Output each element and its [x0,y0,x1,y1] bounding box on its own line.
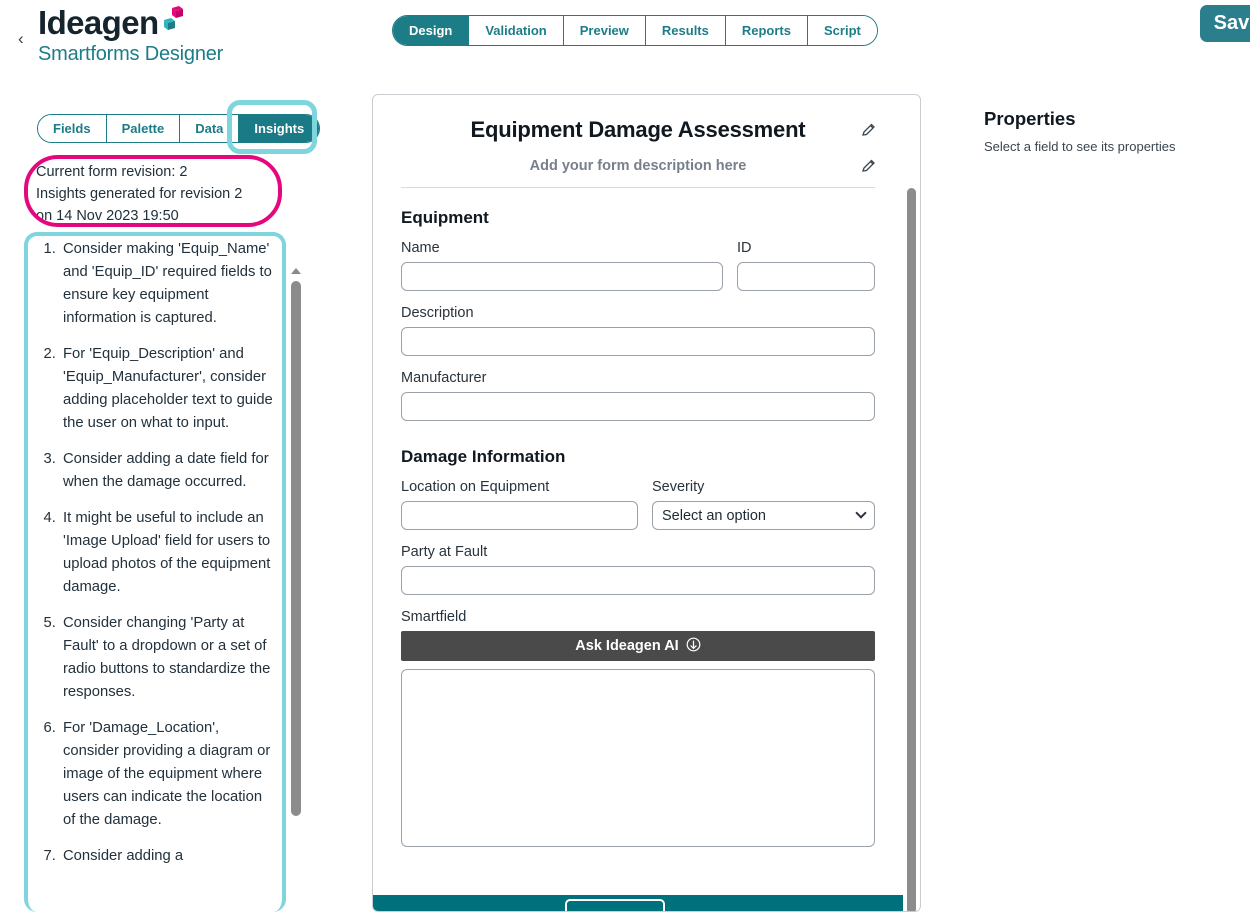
sidebar-tab-palette[interactable]: Palette [106,115,181,142]
list-item: For 'Damage_Location', consider providin… [60,717,278,832]
field-label-party-at-fault: Party at Fault [401,544,488,560]
form-title-row: Equipment Damage Assessment [401,117,875,143]
tab-validation[interactable]: Validation [469,16,564,45]
tab-results[interactable]: Results [645,16,726,45]
field-label-id: ID [737,240,752,256]
field-label-name: Name [401,240,440,256]
sidebar-tab-data[interactable]: Data [180,115,240,142]
sidebar-tab-insights[interactable]: Insights [239,115,320,142]
sidebar-tab-fields[interactable]: Fields [38,115,107,142]
field-label-severity: Severity [652,479,705,495]
insights-list: Consider making 'Equip_Name' and 'Equip_… [34,238,282,910]
ask-ideagen-ai-button[interactable]: Ask Ideagen AI [401,631,875,661]
party-at-fault-input[interactable] [401,566,875,595]
form-footer-bar [373,895,903,911]
equipment-id-input[interactable] [737,262,875,291]
tab-preview[interactable]: Preview [563,16,646,45]
app-root: ‹ Ideagen Smartforms Designer Design Val… [0,0,1250,912]
ask-ideagen-ai-label: Ask Ideagen AI [575,638,679,654]
field-label-location-on-equipment: Location on Equipment [401,479,550,495]
list-item: For 'Equip_Description' and 'Equip_Manuf… [60,343,278,435]
field-label-description: Description [401,305,474,321]
brand-name: Ideagen [38,4,159,41]
section-title-damage-information: Damage Information [401,447,566,466]
scrollbar-thumb[interactable] [907,188,916,911]
form-scrollbar[interactable] [904,96,919,911]
properties-panel: Properties Select a field to see its pro… [984,108,1234,154]
equipment-description-input[interactable] [401,327,875,356]
section-title-equipment: Equipment [401,208,489,227]
form-canvas: Equipment Damage Assessment Add your for… [372,94,921,912]
form-description-row: Add your form description here [401,158,875,174]
tab-script[interactable]: Script [808,16,877,45]
list-item: Consider changing 'Party at Fault' to a … [60,612,278,704]
left-panel-tab-bar: Fields Palette Data Insights [37,114,321,143]
form-description: Add your form description here [529,158,747,174]
tab-reports[interactable]: Reports [725,16,808,45]
left-panel: Fields Palette Data Insights Current for… [0,104,321,912]
circled-arrow-icon [686,637,701,656]
scrollbar-thumb[interactable] [291,281,301,816]
severity-select[interactable]: Select an option [652,501,875,530]
list-item: Consider making 'Equip_Name' and 'Equip_… [60,238,278,330]
properties-title: Properties [984,108,1076,129]
header-divider [401,187,875,188]
field-label-smartfield: Smartfield [401,609,467,625]
field-label-manufacturer: Manufacturer [401,370,487,386]
list-item: It might be useful to include an 'Image … [60,507,278,599]
current-revision-line: Current form revision: 2 [36,164,188,180]
insights-generated-date-line: on 14 Nov 2023 19:50 [36,208,179,224]
equipment-manufacturer-input[interactable] [401,392,875,421]
damage-location-severity-row: Location on Equipment Severity Select an… [401,479,875,530]
insights-generated-line: Insights generated for revision 2 [36,186,243,202]
footer-action-button[interactable] [565,899,665,911]
smartfield-textarea[interactable] [401,669,875,847]
brand-logo: Ideagen Smartforms Designer [38,4,223,67]
damage-location-input[interactable] [401,501,638,530]
list-item: Consider adding a [60,845,278,868]
save-button[interactable]: Save [1200,5,1250,42]
tab-design[interactable]: Design [393,16,470,45]
properties-empty-message: Select a field to see its properties [984,139,1176,154]
page-title: Equipment Damage Assessment [470,117,806,142]
brand-subtitle: Smartforms Designer [38,43,224,65]
pencil-icon[interactable] [860,122,877,139]
pencil-icon[interactable] [860,158,877,175]
insights-scrollbar[interactable] [288,262,304,912]
scroll-up-arrow-icon[interactable] [291,268,301,274]
back-chevron-icon[interactable]: ‹ [18,30,24,47]
equipment-name-id-row: Name ID [401,240,875,291]
equipment-name-input[interactable] [401,262,723,291]
revision-info: Current form revision: 2 Insights genera… [36,161,274,227]
list-item: Consider adding a date field for when th… [60,448,278,494]
ideagen-cube-logo-icon [160,6,186,36]
main-tab-bar: Design Validation Preview Results Report… [392,15,878,46]
